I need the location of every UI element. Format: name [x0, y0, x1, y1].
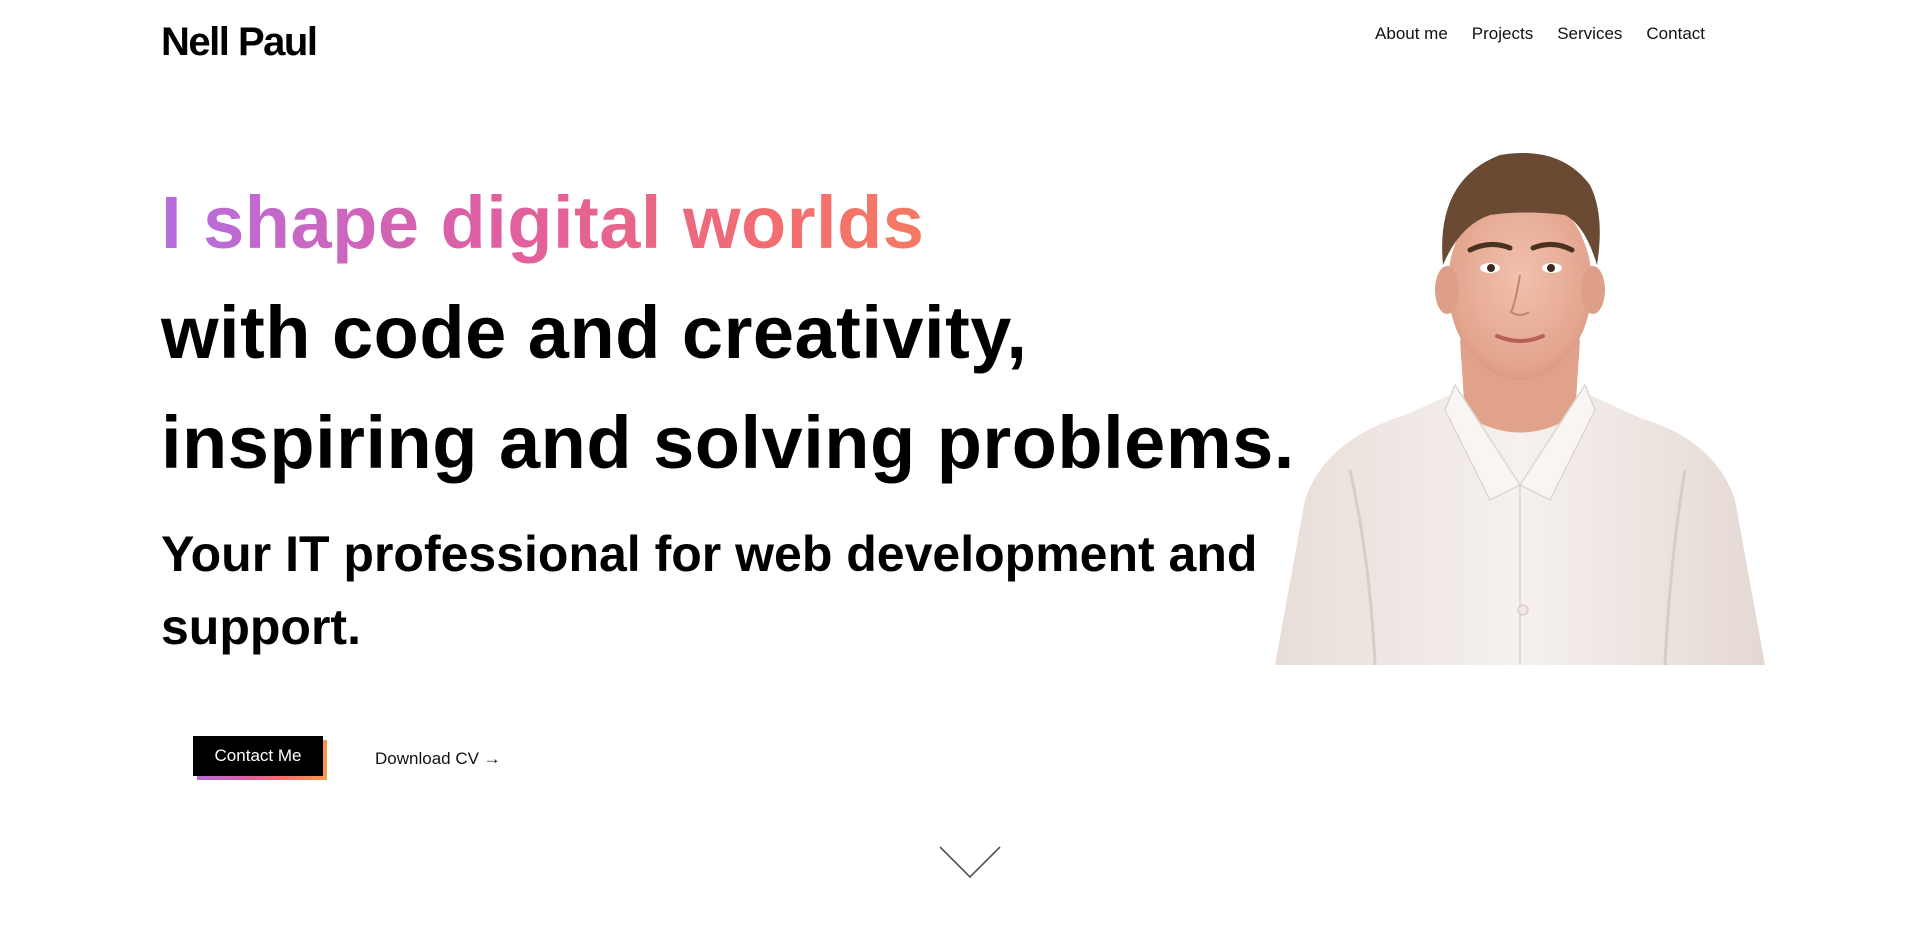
headline-line-2: with code and creativity, — [161, 291, 1028, 374]
contact-button-wrap: Contact Me — [193, 736, 327, 780]
nav-item-services[interactable]: Services — [1557, 22, 1622, 46]
nav-item-contact[interactable]: Contact — [1646, 22, 1705, 46]
headline-gradient: I shape digital worlds — [161, 168, 1291, 278]
site-logo[interactable]: Nell Paul — [161, 18, 318, 66]
main-nav: About me Projects Services Contact — [1375, 22, 1705, 46]
download-cv-link[interactable]: Download CV → — [375, 747, 501, 771]
portrait-photo — [1275, 153, 1765, 665]
chevron-down-icon[interactable] — [938, 845, 1002, 881]
hero-section: I shape digital worlds with code and cre… — [161, 168, 1295, 664]
nav-item-about-me[interactable]: About me — [1375, 22, 1448, 46]
hero-subline: Your IT professional for web development… — [161, 526, 1258, 655]
headline-line-3: inspiring and solving problems. — [161, 401, 1295, 484]
nav-item-projects[interactable]: Projects — [1472, 22, 1533, 46]
page: Nell Paul About me Projects Services Con… — [0, 0, 1920, 947]
contact-me-button[interactable]: Contact Me — [193, 736, 323, 776]
